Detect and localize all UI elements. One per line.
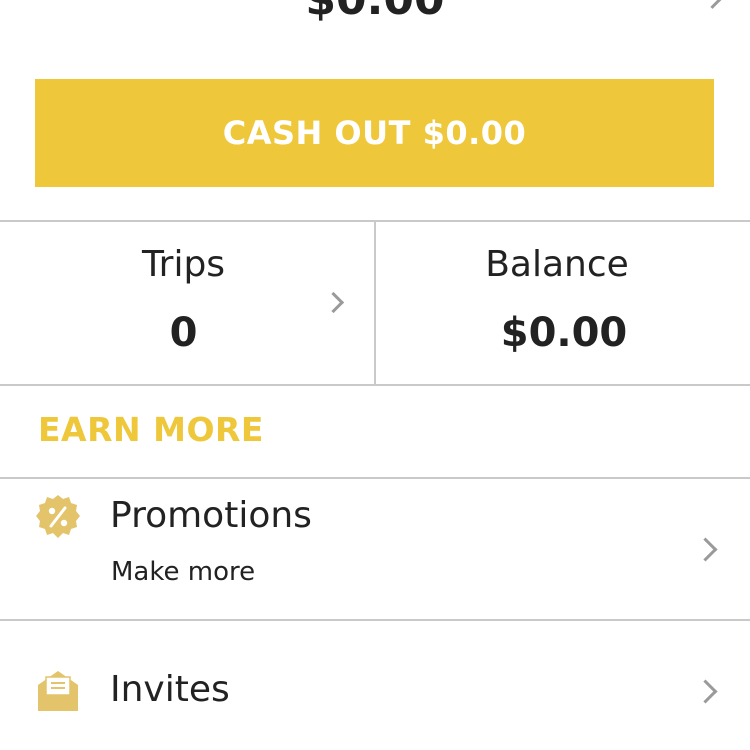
earn-more-heading: EARN MORE xyxy=(38,410,264,449)
balance-label: Balance xyxy=(485,244,629,285)
promotions-row[interactable]: Promotions Make more xyxy=(0,479,750,619)
trips-value: 0 xyxy=(169,310,198,356)
earnings-total-amount: $0.00 xyxy=(0,0,750,30)
invites-title: Invites xyxy=(110,669,230,710)
chevron-right-icon xyxy=(693,537,718,562)
stats-panel: Trips 0 Balance $0.00 xyxy=(0,220,750,386)
chevron-right-icon xyxy=(693,679,718,704)
balance-value: $0.00 xyxy=(500,310,628,356)
earnings-screen: $0.00 CASH OUT $0.00 Trips 0 Balance $0.… xyxy=(0,0,750,750)
trips-stat[interactable]: Trips 0 xyxy=(0,222,374,384)
balance-stat: Balance $0.00 xyxy=(374,222,750,384)
cash-out-button[interactable]: CASH OUT $0.00 xyxy=(35,79,714,187)
promotion-badge-icon xyxy=(36,495,80,538)
invites-row[interactable]: Invites xyxy=(0,621,750,750)
promotions-subtitle: Make more xyxy=(111,557,256,587)
trips-label: Trips xyxy=(141,244,226,285)
promotions-title: Promotions xyxy=(110,495,312,536)
invite-envelope-icon xyxy=(38,671,78,711)
